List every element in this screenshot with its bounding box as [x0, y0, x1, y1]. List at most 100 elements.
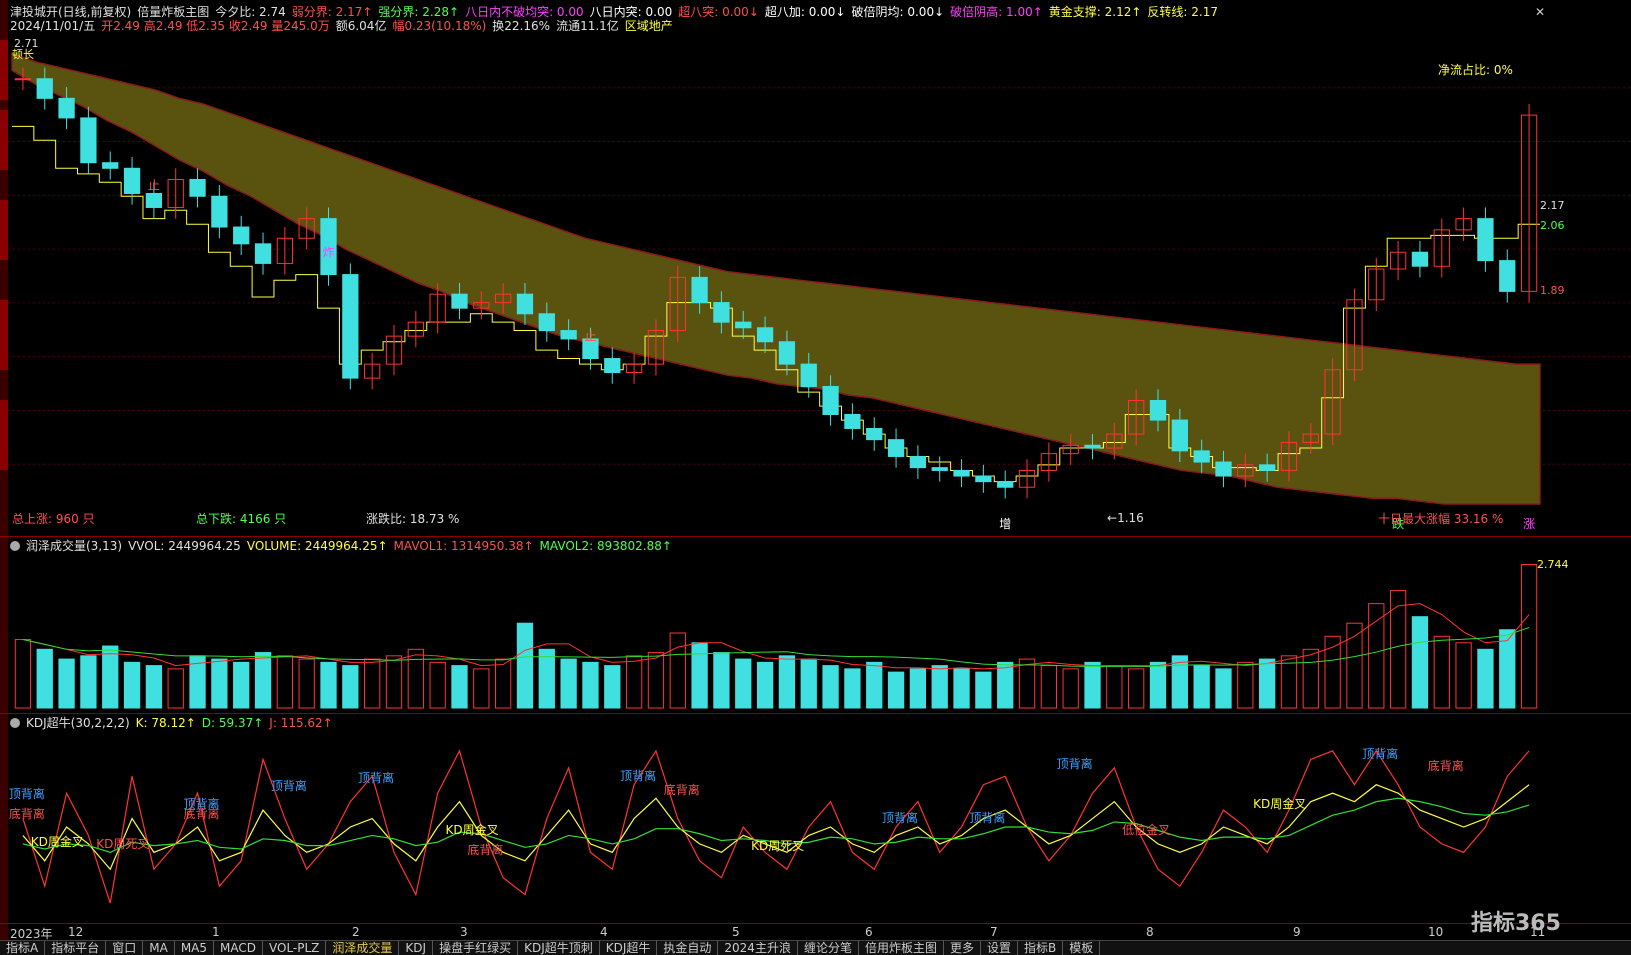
- kdj-signal-label: 底背离: [467, 842, 503, 857]
- candle-body: [1411, 251, 1429, 267]
- date-tick: 10: [1428, 925, 1444, 939]
- bottom-tab[interactable]: MA5: [175, 941, 215, 955]
- bottom-tab[interactable]: 更多: [944, 941, 981, 955]
- volume-bar: [975, 671, 992, 709]
- bottom-tab[interactable]: 设置: [981, 941, 1019, 955]
- kdj-signal-label: 顶背离: [358, 770, 394, 785]
- bottom-tab[interactable]: 倍用炸板主图: [859, 941, 944, 955]
- candle-body: [866, 427, 883, 441]
- header-item-12: 反转线: 2.17: [1147, 5, 1218, 19]
- volume-bar: [233, 661, 250, 709]
- main-price-pane[interactable]: 炸止止增跌涨: [0, 30, 1631, 530]
- settings-icon[interactable]: [10, 718, 20, 728]
- candle-body: [691, 276, 708, 304]
- candle-body: [123, 167, 141, 194]
- header-item-3: 弱分界: 2.17↑: [291, 5, 373, 19]
- bottom-tab[interactable]: 执金自动: [657, 941, 719, 955]
- signal-marker: 止: [148, 178, 160, 192]
- header-item-0: 津投城开(日线,前复权): [10, 5, 132, 19]
- volume-bar: [909, 668, 927, 709]
- pane-divider-2[interactable]: [0, 713, 1631, 714]
- bottom-tab[interactable]: 缠论分笔: [798, 941, 859, 955]
- volume-bar: [1259, 658, 1276, 709]
- date-tick: 3: [460, 925, 468, 939]
- volume-bar: [516, 622, 534, 709]
- settings-icon[interactable]: [10, 541, 20, 551]
- volume-bar: [604, 665, 621, 709]
- candle-body: [538, 313, 555, 332]
- candle-body: [713, 302, 730, 323]
- volume-bar: [1193, 665, 1210, 709]
- bottom-tab[interactable]: 模板: [1063, 941, 1101, 955]
- header-item-6: 八日内突: 0.00: [589, 5, 673, 19]
- low-price-label: ←1.16: [1107, 511, 1144, 525]
- kdj-pane[interactable]: 顶背离底背离KD周金叉 KD周死叉顶背离底背离顶背离顶背离KD周金叉底背离顶背离底…: [0, 730, 1631, 925]
- volume-bar: [1106, 665, 1123, 709]
- volume-bar: [1368, 603, 1385, 709]
- volume-bar: [342, 665, 359, 709]
- kdj-pane-title: KDJ超牛(30,2,2,2) K: 78.12↑ D: 59.37↑ J: 115.…: [10, 716, 339, 730]
- volume-bar: [1389, 590, 1407, 709]
- header-item-8: 超八加: 0.00↓: [764, 5, 846, 19]
- top-price-tag: 顿长: [12, 48, 34, 61]
- stats-up-down-ratio: 涨跌比: 18.73 %: [366, 512, 460, 526]
- volume-bar: [495, 658, 512, 709]
- kdj-signal-label: 顶背离: [882, 810, 918, 825]
- kdj-signal-label: KD周死叉: [751, 839, 804, 853]
- candle-body: [756, 327, 774, 343]
- candle-body: [1215, 461, 1232, 477]
- volume-title-item-4: MAVOL2: 893802.88↑: [539, 539, 672, 553]
- volume-bar: [1084, 661, 1101, 709]
- candle-body: [1149, 399, 1167, 421]
- volume-title-item-2: VOLUME: 2449964.25↑: [246, 539, 388, 553]
- volume-bar: [36, 648, 53, 709]
- signal-marker: 涨: [1523, 516, 1535, 530]
- volume-bar: [756, 661, 774, 709]
- bottom-tab[interactable]: 指标B: [1018, 941, 1064, 955]
- bottom-tab[interactable]: VOL-PLZ: [263, 941, 327, 955]
- bottom-tab[interactable]: MACD: [214, 941, 263, 955]
- net-flow-ratio: 净流占比: 0%: [1438, 63, 1513, 77]
- bottom-tab[interactable]: KDJ超牛: [600, 941, 658, 955]
- candle-body: [735, 321, 752, 329]
- volume-bar: [123, 661, 141, 709]
- volume-bar: [560, 658, 577, 709]
- date-tick: 9: [1293, 925, 1301, 939]
- signal-marker: 炸: [323, 246, 335, 260]
- bottom-indicator-tabs[interactable]: 指标A 指标平台 窗口 MA MA5 MACD VOL-PLZ 润泽成交量 KDJ 操盘手红绿买 K…: [0, 940, 1631, 955]
- pane-divider-1[interactable]: [0, 536, 1631, 537]
- volume-bar: [429, 661, 446, 709]
- bottom-tab[interactable]: 窗口: [106, 941, 144, 955]
- kdj-signal-label: 底背离: [1428, 758, 1464, 773]
- bottom-tab[interactable]: KDJ超牛顶刺: [518, 941, 600, 955]
- kdj-signal-label: 顶背离: [271, 778, 307, 793]
- candle-body: [36, 78, 53, 99]
- kdj-title-item-2: D: 59.37↑: [201, 716, 264, 730]
- volume-bar: [276, 655, 293, 709]
- bottom-tab[interactable]: 指标A: [0, 941, 46, 955]
- volume-bar: [735, 658, 752, 709]
- bottom-tab[interactable]: KDJ: [399, 941, 434, 955]
- bottom-tab[interactable]: 2024主升浪: [718, 941, 798, 955]
- volume-bar: [778, 655, 796, 709]
- header-item-2: 今夕比: 2.74: [215, 5, 286, 19]
- volume-bar: [887, 671, 905, 709]
- candle-body: [1499, 260, 1516, 292]
- bottom-tab[interactable]: 操盘手红绿买: [433, 941, 519, 955]
- kdj-signal-label: 顶背离: [620, 768, 656, 783]
- bottom-tab[interactable]: 润泽成交量: [326, 941, 400, 955]
- signal-marker: 止: [584, 330, 596, 344]
- bottom-tab[interactable]: 指标平台: [45, 941, 107, 955]
- close-icon[interactable]: ✕: [1535, 5, 1545, 19]
- volume-title-item-3: MAVOL1: 1314950.38↑: [393, 539, 534, 553]
- volume-pane[interactable]: [0, 554, 1631, 714]
- date-tick: 4: [600, 925, 608, 939]
- candle-body: [1171, 419, 1188, 452]
- date-tick: 12: [68, 925, 84, 939]
- candle-body: [58, 97, 75, 119]
- date-tick: 8: [1146, 925, 1154, 939]
- volume-bar: [254, 652, 272, 709]
- volume-bar: [385, 655, 403, 709]
- bottom-tab[interactable]: MA: [143, 941, 175, 955]
- volume-bar: [1433, 635, 1450, 709]
